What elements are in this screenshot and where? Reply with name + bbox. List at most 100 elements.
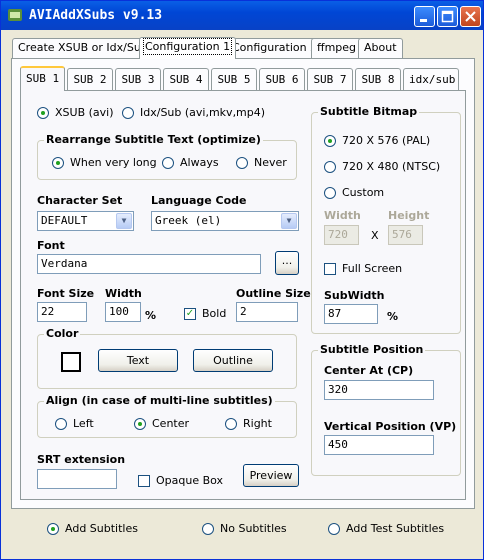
srt-extension-field[interactable] [37,469,117,489]
radio-dot [134,417,146,430]
radio-always[interactable]: Always [162,156,219,169]
radio-dot [328,522,340,535]
radio-align-left[interactable]: Left [55,417,94,430]
checkmark-icon: ✓ [184,307,196,320]
tab-sub-1[interactable]: SUB 1 [20,66,65,91]
radio-label: 720 X 576 (PAL) [342,134,431,147]
width-field[interactable]: 100 [105,302,141,322]
radio-custom[interactable]: Custom [324,186,384,199]
tab-label: SUB 7 [313,73,347,86]
tab-idx-sub[interactable]: idx/sub [403,68,459,90]
radio-idxsub[interactable]: Idx/Sub (avi,mkv,mp4) [122,106,265,119]
window-title: AVIAddXSubs v9.13 [29,8,163,23]
text-color-button[interactable]: Text [98,349,178,372]
character-set-label: Character Set [37,194,123,207]
font-size-field[interactable]: 22 [37,302,87,322]
minimize-button[interactable] [414,6,435,27]
radio-dot [37,106,49,119]
font-size-label: Font Size [37,287,95,300]
bitmap-width-label: Width [324,209,361,222]
tab-label: Configuration 2 [232,41,318,54]
close-button[interactable] [460,6,481,27]
language-code-select[interactable]: Greek (el) ▼ [151,211,299,231]
tab-sub-4[interactable]: SUB 4 [163,68,209,90]
bitmap-width-field[interactable]: 720 [324,225,359,245]
language-code-label: Language Code [151,194,247,207]
radio-align-center[interactable]: Center [134,417,189,430]
vertical-position-label: Vertical Position (VP) [324,420,457,433]
chevron-down-icon[interactable]: ▼ [281,213,297,229]
tab-label: SUB 5 [217,73,251,86]
radio-dot [324,160,336,173]
radio-pal[interactable]: 720 X 576 (PAL) [324,134,430,147]
bold-checkbox[interactable]: ✓ Bold [184,307,226,320]
group-title: Color [44,327,81,340]
radio-dot [324,186,336,199]
tab-label: SUB 2 [73,73,107,86]
subwidth-label: SubWidth [324,289,385,302]
radio-label: Always [180,156,219,169]
tab-about[interactable]: About [358,38,403,58]
tab-configuration-2[interactable]: Configuration 2 [226,38,324,58]
opaque-box-checkbox[interactable]: Opaque Box [138,474,223,487]
checkbox-label: Bold [202,307,227,320]
chevron-down-icon[interactable]: ▼ [116,213,132,229]
radio-xsub[interactable]: XSUB (avi) [37,106,114,119]
radio-dot [324,134,336,147]
radio-label: XSUB (avi) [55,106,114,119]
radio-when-very-long[interactable]: When very long [52,156,157,169]
group-title: Subtitle Bitmap [318,105,420,118]
group-title: Rearrange Subtitle Text (optimize) [44,133,263,146]
bitmap-x-separator: X [371,229,379,242]
app-icon [8,9,22,21]
full-screen-checkbox[interactable]: Full Screen [324,262,402,275]
radio-label: When very long [70,156,157,169]
center-at-field[interactable]: 320 [324,380,434,400]
tab-sub-7[interactable]: SUB 7 [307,68,353,90]
radio-dot [236,156,248,169]
preview-button[interactable]: Preview [243,464,299,487]
radio-label: Idx/Sub (avi,mkv,mp4) [140,106,266,119]
select-value: DEFAULT [41,214,88,227]
maximize-button[interactable] [437,6,458,27]
subwidth-field[interactable]: 87 [324,304,378,324]
radio-no-subtitles[interactable]: No Subtitles [202,522,287,535]
tab-sub-6[interactable]: SUB 6 [259,68,305,90]
radio-ntsc[interactable]: 720 X 480 (NTSC) [324,160,440,173]
width-unit: % [145,309,157,322]
tab-sub-3[interactable]: SUB 3 [115,68,161,90]
tab-sub-2[interactable]: SUB 2 [67,68,113,90]
radio-dot [55,417,67,430]
tab-label: SUB 1 [26,72,60,85]
outline-size-field[interactable]: 2 [236,302,298,322]
tab-label: SUB 8 [361,73,395,86]
tab-sub-5[interactable]: SUB 5 [211,68,257,90]
outline-color-button[interactable]: Outline [193,349,273,372]
radio-label: Add Subtitles [65,522,138,535]
radio-label: Never [254,156,287,169]
radio-add-test-subtitles[interactable]: Add Test Subtitles [328,522,444,535]
group-title: Subtitle Position [318,343,426,356]
bitmap-height-label: Height [388,209,430,222]
bitmap-height-field[interactable]: 576 [388,225,423,245]
color-swatch[interactable] [61,352,81,372]
radio-label: Add Test Subtitles [346,522,445,535]
radio-add-subtitles[interactable]: Add Subtitles [47,522,138,535]
tab-label: Create XSUB or Idx/Sub [18,41,148,54]
radio-label: Center [152,417,190,430]
vertical-position-field[interactable]: 450 [324,435,434,455]
radio-dot [122,106,134,119]
radio-never[interactable]: Never [236,156,287,169]
tab-configuration-1[interactable]: Configuration 1 [139,37,237,59]
radio-align-right[interactable]: Right [225,417,272,430]
outline-size-label: Outline Size [236,287,311,300]
font-field[interactable]: Verdana [37,254,261,274]
character-set-select[interactable]: DEFAULT ▼ [37,211,134,231]
tab-ffmpeg[interactable]: ffmpeg [311,38,363,58]
checkbox-label: Opaque Box [156,474,224,487]
title-bar[interactable]: AVIAddXSubs v9.13 [1,1,483,30]
font-browse-button[interactable]: ... [275,251,299,275]
tab-create-xsub[interactable]: Create XSUB or Idx/Sub [12,38,154,58]
tab-sub-8[interactable]: SUB 8 [355,68,401,90]
radio-label: Left [73,417,94,430]
